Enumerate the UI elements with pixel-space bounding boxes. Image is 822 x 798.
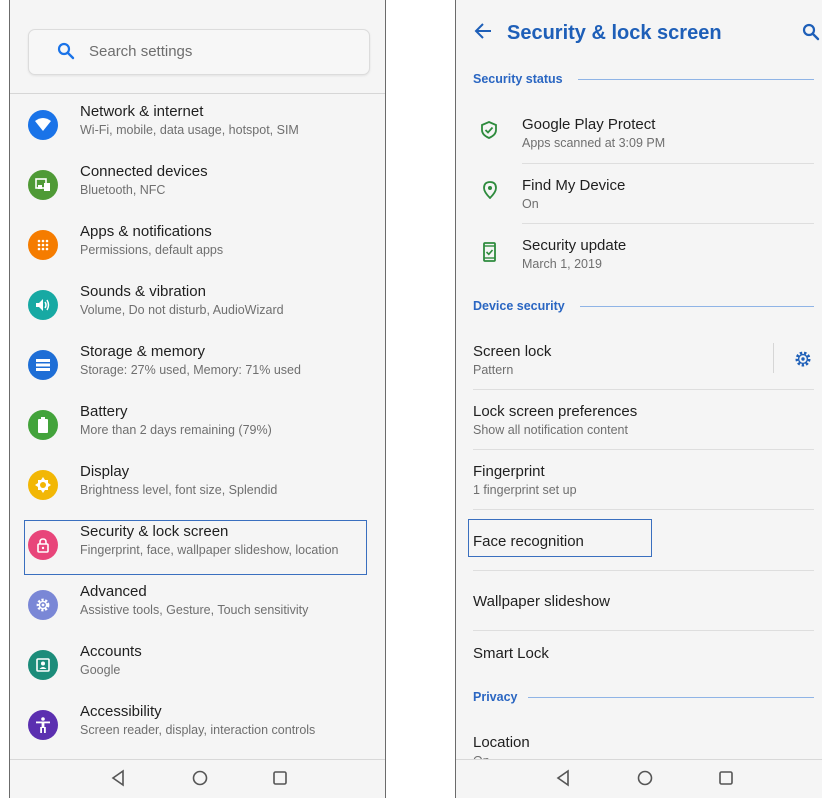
navigation-bar (10, 759, 385, 798)
status-item-play-protect[interactable]: Google Play Protect Apps scanned at 3:09… (456, 104, 822, 164)
status-item-security-update[interactable]: Security update March 1, 2019 (456, 224, 822, 284)
settings-screen: Search settings Network & internet Wi-Fi… (9, 0, 386, 798)
section-divider (578, 79, 814, 80)
back-nav-icon[interactable] (555, 769, 571, 792)
item-subtitle: Brightness level, font size, Splendid (80, 483, 278, 497)
item-title: Accessibility (80, 703, 162, 720)
settings-item-storage[interactable]: Storage & memory Storage: 27% used, Memo… (10, 334, 385, 394)
location-pin-icon (483, 181, 497, 204)
item-title: Sounds & vibration (80, 283, 206, 300)
selection-highlight (468, 519, 652, 557)
item-title: Smart Lock (473, 645, 549, 662)
battery-icon (28, 410, 58, 440)
privacy-item-location[interactable]: Location On (456, 718, 822, 760)
section-header-device-security: Device security (473, 299, 565, 313)
item-title: Find My Device (522, 177, 626, 194)
shield-icon (481, 121, 497, 144)
device-item-fingerprint[interactable]: Fingerprint 1 fingerprint set up (456, 450, 822, 510)
settings-item-advanced[interactable]: Advanced Assistive tools, Gesture, Touch… (10, 574, 385, 634)
item-title: Battery (80, 403, 128, 420)
devices-icon (28, 170, 58, 200)
search-input[interactable]: Search settings (28, 29, 370, 75)
item-subtitle: Apps scanned at 3:09 PM (522, 136, 666, 150)
item-subtitle: Pattern (473, 363, 514, 377)
settings-item-accessibility[interactable]: Accessibility Screen reader, display, in… (10, 694, 385, 754)
home-nav-icon[interactable] (636, 769, 654, 792)
settings-item-display[interactable]: Display Brightness level, font size, Spl… (10, 454, 385, 514)
item-title: Display (80, 463, 130, 480)
apps-icon (28, 230, 58, 260)
search-icon[interactable] (802, 23, 820, 46)
item-subtitle: 1 fingerprint set up (473, 483, 577, 497)
item-title: Accounts (80, 643, 142, 660)
item-title: Lock screen preferences (473, 403, 638, 420)
recents-nav-icon[interactable] (272, 769, 288, 792)
search-icon (57, 42, 75, 65)
item-title: Google Play Protect (522, 116, 656, 133)
settings-item-battery[interactable]: Battery More than 2 days remaining (79%) (10, 394, 385, 454)
section-header-privacy: Privacy (473, 690, 518, 704)
search-area: Search settings (10, 0, 385, 94)
item-subtitle: Assistive tools, Gesture, Touch sensitiv… (80, 603, 309, 617)
settings-item-network[interactable]: Network & internet Wi-Fi, mobile, data u… (10, 94, 385, 154)
item-title: Connected devices (80, 163, 208, 180)
item-title: Wallpaper slideshow (473, 593, 611, 610)
item-subtitle: Google (80, 663, 121, 677)
item-title: Security update (522, 237, 627, 254)
settings-item-accounts[interactable]: Accounts Google (10, 634, 385, 694)
gear-icon[interactable] (794, 350, 812, 373)
storage-icon (28, 350, 58, 380)
search-placeholder: Search settings (89, 43, 193, 60)
item-title: Storage & memory (80, 343, 206, 360)
brightness-icon (28, 470, 58, 500)
item-subtitle: On (522, 197, 539, 211)
item-subtitle: Show all notification content (473, 423, 628, 437)
item-subtitle: Permissions, default apps (80, 243, 224, 257)
item-title: Fingerprint (473, 463, 545, 480)
phone-check-icon (483, 242, 496, 267)
recents-nav-icon[interactable] (718, 769, 734, 792)
item-title: Screen lock (473, 343, 552, 360)
item-title: Advanced (80, 583, 147, 600)
section-divider (580, 306, 814, 307)
wifi-icon (28, 110, 58, 140)
security-screen: Security & lock screen Security status G… (455, 0, 822, 798)
settings-item-sounds[interactable]: Sounds & vibration Volume, Do not distur… (10, 274, 385, 334)
item-subtitle: Storage: 27% used, Memory: 71% used (80, 363, 301, 377)
item-subtitle: Screen reader, display, interaction cont… (80, 723, 316, 737)
item-subtitle: Bluetooth, NFC (80, 183, 166, 197)
accessibility-icon (28, 710, 58, 740)
item-subtitle: Wi-Fi, mobile, data usage, hotspot, SIM (80, 123, 299, 137)
settings-item-connected-devices[interactable]: Connected devices Bluetooth, NFC (10, 154, 385, 214)
device-item-wallpaper-slideshow[interactable]: Wallpaper slideshow (456, 571, 822, 631)
item-title: Location (473, 734, 530, 751)
page-title: Security & lock screen (507, 22, 722, 44)
home-nav-icon[interactable] (191, 769, 209, 792)
section-header-security-status: Security status (473, 72, 563, 86)
back-arrow-icon[interactable] (474, 23, 492, 44)
settings-item-apps[interactable]: Apps & notifications Permissions, defaul… (10, 214, 385, 274)
item-title: Apps & notifications (80, 223, 212, 240)
section-divider (528, 697, 814, 698)
account-icon (28, 650, 58, 680)
volume-icon (28, 290, 58, 320)
navigation-bar (456, 759, 822, 798)
selection-highlight (24, 520, 367, 575)
item-subtitle: Volume, Do not disturb, AudioWizard (80, 303, 284, 317)
item-title: Network & internet (80, 103, 204, 120)
gear-icon (28, 590, 58, 620)
device-item-smart-lock[interactable]: Smart Lock (456, 631, 822, 681)
back-nav-icon[interactable] (110, 769, 126, 792)
app-bar: Security & lock screen (456, 0, 822, 66)
item-subtitle: More than 2 days remaining (79%) (80, 423, 272, 437)
item-subtitle: March 1, 2019 (522, 257, 602, 271)
vertical-divider (773, 343, 774, 373)
device-item-lock-screen-preferences[interactable]: Lock screen preferences Show all notific… (456, 390, 822, 450)
status-item-find-my-device[interactable]: Find My Device On (456, 164, 822, 224)
device-item-screen-lock[interactable]: Screen lock Pattern (456, 329, 822, 389)
